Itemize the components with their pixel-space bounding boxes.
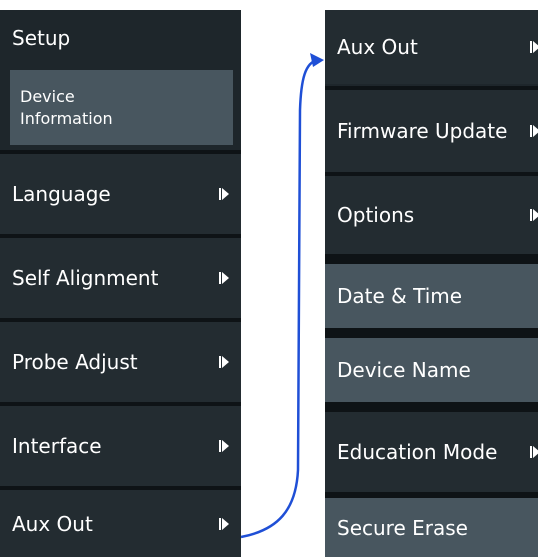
- menu-item-label: Device Name: [337, 358, 471, 382]
- divider: [325, 254, 538, 264]
- connector-arrowhead: [310, 53, 324, 67]
- menu-item-label: Probe Adjust: [12, 350, 138, 374]
- menu-item-firmware-update[interactable]: Firmware Update: [325, 90, 538, 172]
- menu-item-aux-out[interactable]: Aux Out: [325, 10, 538, 84]
- submenu-arrow-icon: [530, 209, 538, 221]
- menu-item-label: Interface: [12, 434, 102, 458]
- menu-item-label: Firmware Update: [337, 119, 508, 143]
- menu-item-label: Date & Time: [337, 284, 463, 308]
- menu-item-device-information[interactable]: Device Information: [10, 70, 233, 145]
- submenu-arrow-icon: [219, 272, 229, 284]
- menu-item-label: Options: [337, 203, 415, 227]
- submenu-arrow-icon: [530, 125, 538, 137]
- setup-menu-panel: Setup Device Information Language Self A…: [0, 10, 241, 557]
- menu-item-interface[interactable]: Interface: [0, 406, 241, 486]
- menu-item-language[interactable]: Language: [0, 154, 241, 234]
- menu-item-device-name[interactable]: Device Name: [325, 338, 538, 402]
- submenu-arrow-icon: [530, 41, 538, 53]
- menu-item-label: Language: [12, 182, 111, 206]
- menu-item-secure-erase[interactable]: Secure Erase: [325, 498, 538, 557]
- menu-item-self-alignment[interactable]: Self Alignment: [0, 238, 241, 318]
- menu-item-label: Aux Out: [337, 35, 418, 59]
- menu-item-aux-out[interactable]: Aux Out: [0, 490, 241, 557]
- submenu-arrow-icon: [219, 440, 229, 452]
- menu-item-label: Device Information: [20, 86, 113, 129]
- menu-item-label: Self Alignment: [12, 266, 159, 290]
- submenu-arrow-icon: [219, 356, 229, 368]
- menu-item-education-mode[interactable]: Education Mode: [325, 412, 538, 492]
- submenu-arrow-icon: [219, 188, 229, 200]
- menu-item-probe-adjust[interactable]: Probe Adjust: [0, 322, 241, 402]
- aux-submenu-panel: Aux Out Firmware Update Options Date & T…: [325, 10, 538, 557]
- menu-item-label-line2: Information: [20, 108, 113, 128]
- connector-line: [240, 58, 319, 539]
- menu-title: Setup: [12, 26, 71, 50]
- divider: [325, 402, 538, 412]
- menu-item-label-line1: Device: [20, 86, 75, 106]
- submenu-arrow-icon: [530, 446, 538, 458]
- menu-item-date-time[interactable]: Date & Time: [325, 264, 538, 328]
- divider: [325, 328, 538, 338]
- menu-item-options[interactable]: Options: [325, 176, 538, 254]
- submenu-arrow-icon: [219, 517, 229, 530]
- menu-item-label: Aux Out: [12, 511, 93, 536]
- menu-item-label: Education Mode: [337, 440, 498, 464]
- menu-item-label: Secure Erase: [337, 515, 468, 540]
